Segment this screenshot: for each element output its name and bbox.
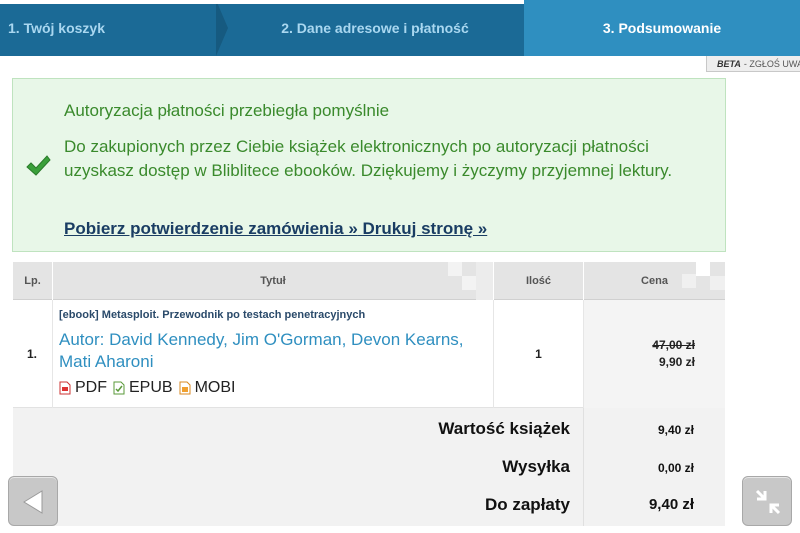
row-lp: 1. — [13, 300, 53, 408]
step-summary-label: 3. Podsumowanie — [602, 20, 722, 36]
success-message: Do zakupionych przez Ciebie książek elek… — [64, 137, 673, 180]
pdf-icon — [59, 381, 71, 395]
format-mobi-label: MOBI — [194, 379, 236, 396]
col-title-label: Tytuł — [260, 275, 286, 287]
row-price: 47,00 zł 9,90 zł — [584, 300, 725, 408]
book-authors-link[interactable]: Autor: David Kennedy, Jim O'Gorman, Devo… — [59, 329, 487, 373]
col-price: Cena — [584, 262, 725, 300]
back-button[interactable] — [8, 476, 58, 526]
summary-shipping-row: Wysyłka 0,00 zł — [13, 448, 725, 484]
old-price: 47,00 zł — [652, 338, 695, 352]
total-label: Do zapłaty — [484, 495, 570, 514]
exit-fullscreen-button[interactable] — [742, 476, 792, 526]
step-cart-label: 1. Twój koszyk — [8, 20, 105, 36]
format-epub[interactable]: EPUB — [113, 379, 173, 397]
beta-feedback-text: - ZGŁOŚ UWAGI — [743, 58, 800, 69]
mobi-icon — [179, 381, 191, 395]
beta-feedback-tab[interactable]: BETA - ZGŁOŚ UWAGI — [706, 56, 800, 72]
shipping-value: 0,00 zł — [657, 461, 694, 475]
check-icon — [26, 155, 51, 176]
table-header: Lp. Tytuł Ilość Cena — [13, 262, 725, 300]
col-qty: Ilość — [494, 262, 584, 300]
row-qty: 1 — [494, 300, 584, 408]
download-confirmation-link[interactable]: Pobierz potwierdzenie zamówienia » — [64, 219, 358, 238]
books-value: 9,40 zł — [657, 423, 694, 437]
col-qty-label: Ilość — [525, 275, 552, 287]
steps-top-border — [0, 0, 524, 4]
checkout-summary-page: 1. Twój koszyk 2. Dane adresowe i płatno… — [0, 0, 800, 533]
step-address-payment[interactable]: 2. Dane adresowe i płatność — [216, 0, 524, 56]
epub-icon — [113, 381, 125, 395]
summary-books-row: Wartość książek 9,40 zł — [13, 410, 725, 446]
row-title: [ebook] Metasploit. Przewodnik po testac… — [53, 300, 494, 408]
col-title: Tytuł — [53, 262, 494, 300]
step-cart[interactable]: 1. Twój koszyk — [0, 0, 216, 56]
beta-badge: BETA — [717, 58, 741, 69]
book-title: [ebook] Metasploit. Przewodnik po testac… — [59, 309, 366, 321]
shipping-label: Wysyłka — [502, 457, 570, 476]
success-links: Pobierz potwierdzenie zamówienia » Druku… — [64, 219, 487, 239]
current-price: 9,90 zł — [658, 355, 695, 369]
total-value: 9,40 zł — [648, 496, 694, 513]
table-row: 1. [ebook] Metasploit. Przewodnik po tes… — [13, 300, 725, 408]
checkout-steps: 1. Twój koszyk 2. Dane adresowe i płatno… — [0, 0, 800, 56]
collapse-icon — [755, 489, 781, 515]
format-list: PDF EPUB MOBI — [59, 379, 487, 397]
format-pdf-label: PDF — [75, 379, 107, 396]
step-address-payment-label: 2. Dane adresowe i płatność — [281, 20, 469, 36]
step-separator — [216, 0, 228, 56]
print-page-link[interactable]: Drukuj stronę » — [363, 219, 488, 238]
success-title: Autoryzacja płatności przebiegła pomyśln… — [64, 101, 390, 120]
books-value-label: Wartość książek — [438, 419, 570, 438]
col-lp-label: Lp. — [24, 275, 41, 287]
format-epub-label: EPUB — [129, 379, 173, 396]
col-price-label: Cena — [641, 275, 668, 287]
format-pdf[interactable]: PDF — [59, 379, 107, 397]
format-mobi[interactable]: MOBI — [179, 379, 236, 397]
payment-success-box: Autoryzacja płatności przebiegła pomyśln… — [12, 78, 726, 252]
order-summary: Wartość książek 9,40 zł Wysyłka 0,00 zł … — [13, 408, 725, 526]
summary-total-row: Do zapłaty 9,40 zł — [13, 486, 725, 522]
arrow-left-icon — [23, 490, 43, 514]
step-summary: 3. Podsumowanie — [524, 0, 800, 56]
order-table: Lp. Tytuł Ilość Cena 1. [ebook] Metasplo… — [13, 262, 725, 408]
col-lp: Lp. — [13, 262, 53, 300]
